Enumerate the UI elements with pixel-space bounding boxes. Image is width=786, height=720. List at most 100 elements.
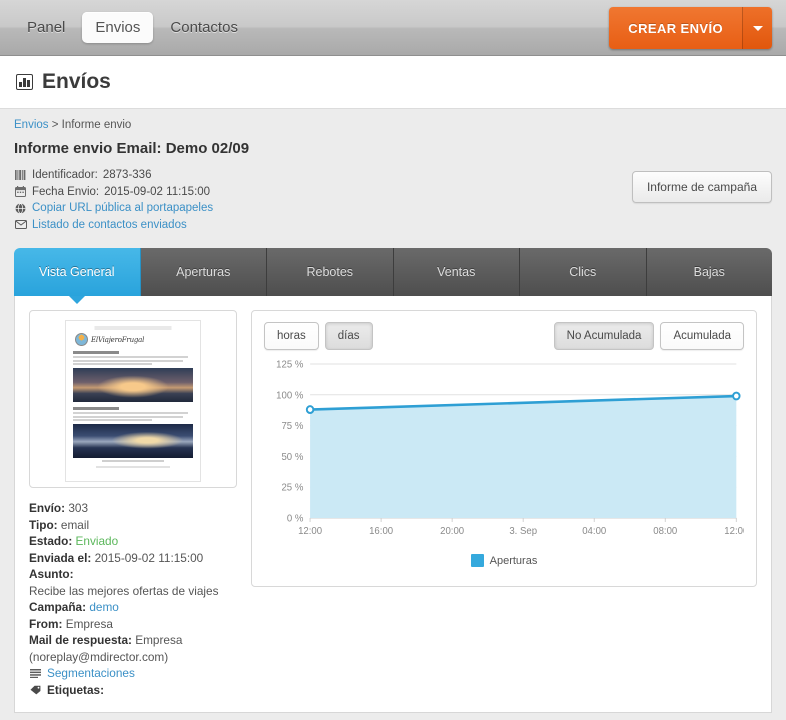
nav-link-panel[interactable]: Panel (14, 12, 78, 43)
tab-clics[interactable]: Clics (520, 248, 647, 296)
meta-identificador-label: Identificador: (32, 169, 98, 181)
chart-toolbar: horas días No Acumulada Acumulada (264, 322, 744, 350)
meta-fecha-envio: Fecha Envio: 2015-09-02 11:15:00 (14, 184, 632, 201)
list-icon (29, 668, 42, 678)
chart-button-dias[interactable]: días (324, 322, 373, 350)
svg-text:04:00: 04:00 (582, 526, 607, 537)
svg-text:20:00: 20:00 (440, 526, 465, 537)
detail-from-value: Empresa (62, 616, 113, 631)
tab-aperturas[interactable]: Aperturas (140, 248, 267, 296)
breadcrumb-current: Informe envio (61, 119, 132, 131)
preview-image-venice (73, 368, 193, 402)
preview-logo: ElViajeroFrugal (75, 333, 193, 346)
email-preview-render: ElViajeroFrugal (65, 320, 201, 482)
report-title: Informe envio Email: Demo 02/09 (14, 140, 250, 157)
detail-etiquetas: Etiquetas: (29, 682, 237, 699)
bar-chart-icon (16, 74, 33, 90)
detail-asunto-value: Recibe las mejores ofertas de viajes (29, 583, 219, 598)
preview-image-valencia (73, 424, 193, 458)
legend-swatch-aperturas (470, 554, 484, 567)
nav-links: Panel Envios Contactos (14, 12, 251, 43)
svg-text:75 %: 75 % (281, 421, 303, 432)
meta-listado-contactos[interactable]: Listado de contactos enviados (14, 217, 632, 234)
create-envio-button[interactable]: CREAR ENVÍO (609, 7, 742, 49)
envio-details-list: Envío: 303 Tipo: email Estado: Enviado E… (29, 500, 237, 698)
detail-envio-label: Envío: (29, 501, 66, 515)
detail-enviada-label: Enviada el: (29, 550, 92, 565)
detail-campana-label: Campaña: (29, 600, 87, 614)
detail-envio: Envío: 303 (29, 500, 237, 517)
preview-text-line (73, 419, 153, 421)
detail-campana-link[interactable]: demo (89, 600, 119, 614)
tab-panel-vista-general: ElViajeroFrugal Envío: 303 Tipo: email E… (14, 296, 772, 713)
create-envio-dropdown-toggle[interactable] (742, 7, 772, 49)
page-title-text: Envíos (42, 70, 111, 93)
detail-segmentaciones[interactable]: Segmentaciones (29, 665, 237, 682)
chart-granularity-group: horas días (264, 322, 373, 350)
report-meta-list: Identificador: 2873-336 Fecha Envio: 201… (14, 167, 632, 233)
report-tabs: Vista General Aperturas Rebotes Ventas C… (14, 248, 772, 296)
detail-enviada-value: 2015-09-02 11:15:00 (91, 550, 204, 565)
logo-mark-icon (75, 333, 88, 346)
detail-estado: Estado: Enviado (29, 533, 237, 550)
nav-link-envios[interactable]: Envios (82, 12, 154, 43)
preview-headline-2 (73, 407, 119, 410)
create-envio-button-group: CREAR ENVÍO (609, 7, 772, 49)
svg-text:0 %: 0 % (287, 513, 304, 524)
email-preview-thumbnail[interactable]: ElViajeroFrugal (29, 310, 237, 488)
breadcrumb: Envios > Informe envio (14, 119, 772, 131)
nav-link-contactos[interactable]: Contactos (157, 12, 251, 43)
meta-fecha-label: Fecha Envio: (32, 185, 100, 198)
segmentaciones-link[interactable]: Segmentaciones (47, 665, 135, 682)
top-navigation-bar: Panel Envios Contactos CREAR ENVÍO (0, 0, 786, 56)
detail-reply: Mail de respuesta: Empresa (29, 632, 237, 649)
svg-text:3. Sep: 3. Sep (509, 526, 537, 537)
chart-button-horas[interactable]: horas (264, 322, 319, 350)
preview-preheader (73, 326, 193, 330)
globe-icon (14, 202, 27, 214)
tab-vista-general[interactable]: Vista General (14, 248, 141, 296)
chart-button-acumulada[interactable]: Acumulada (660, 322, 744, 350)
tag-icon (29, 685, 42, 695)
chart-panel: horas días No Acumulada Acumulada 125 % 1… (251, 310, 757, 587)
campaign-report-button[interactable]: Informe de campaña (631, 171, 772, 203)
preview-headline-1 (73, 351, 119, 354)
breadcrumb-link-envios[interactable]: Envios (14, 119, 49, 131)
chevron-down-icon (752, 25, 763, 31)
tab-rebotes[interactable]: Rebotes (267, 248, 394, 296)
detail-estado-label: Estado: (29, 534, 73, 548)
detail-tipo: Tipo: email (29, 517, 237, 534)
preview-text-line (73, 412, 189, 414)
detail-asunto-label: Asunto: (29, 567, 74, 581)
page-header: Envíos (0, 56, 786, 109)
meta-fecha-value: 2015-09-02 11:15:00 (104, 185, 211, 198)
left-column: ElViajeroFrugal Envío: 303 Tipo: email E… (29, 310, 237, 698)
detail-reply-address: (noreplay@mdirector.com) (29, 649, 169, 664)
meta-copiar-url-link[interactable]: Copiar URL pública al portapapeles (32, 200, 213, 217)
detail-from-label: From: (29, 616, 63, 631)
page-title: Envíos (16, 70, 111, 94)
barcode-icon (14, 170, 27, 181)
chart-legend: Aperturas (264, 554, 744, 567)
calendar-icon (14, 186, 27, 198)
tab-bajas[interactable]: Bajas (646, 248, 772, 296)
preview-text-line (73, 415, 184, 418)
svg-text:125 %: 125 % (276, 359, 303, 370)
detail-from: From: Empresa (29, 616, 237, 633)
detail-envio-value: 303 (65, 501, 89, 515)
breadcrumb-separator: > (48, 119, 62, 131)
detail-tipo-value: email (57, 517, 90, 532)
meta-identificador: Identificador: 2873-336 (14, 167, 632, 184)
envelope-icon (14, 220, 27, 230)
chart-button-no-acumulada[interactable]: No Acumulada (553, 322, 655, 350)
detail-tipo-label: Tipo: (29, 517, 58, 532)
svg-text:16:00: 16:00 (369, 526, 394, 537)
meta-listado-contactos-link[interactable]: Listado de contactos enviados (32, 217, 187, 234)
svg-text:100 %: 100 % (276, 390, 303, 401)
preview-text-line (73, 356, 189, 358)
meta-copiar-url[interactable]: Copiar URL pública al portapapeles (14, 200, 632, 217)
legend-label-aperturas: Aperturas (489, 554, 538, 567)
detail-campana: Campaña: demo (29, 599, 237, 616)
tab-ventas[interactable]: Ventas (393, 248, 520, 296)
svg-text:50 %: 50 % (281, 452, 303, 463)
